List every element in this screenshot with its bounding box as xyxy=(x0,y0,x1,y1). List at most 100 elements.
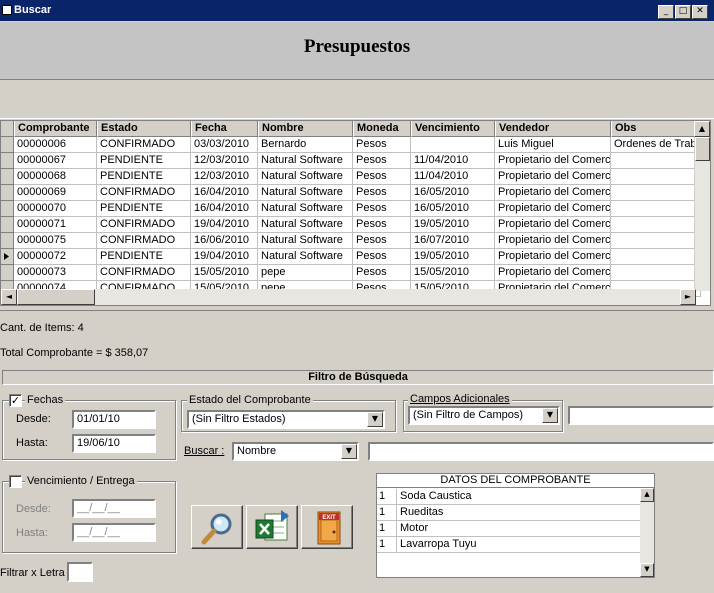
table-cell[interactable] xyxy=(611,217,701,233)
table-cell[interactable]: Propietario del Comercio xyxy=(495,201,611,217)
column-header[interactable]: Comprobante xyxy=(14,121,97,137)
table-cell[interactable]: Natural Software xyxy=(258,201,353,217)
table-cell[interactable]: 19/05/2010 xyxy=(411,249,495,265)
list-item[interactable]: 1 Rueditas xyxy=(377,505,640,521)
table-cell[interactable]: Natural Software xyxy=(258,233,353,249)
column-header[interactable]: Vendedor xyxy=(495,121,611,137)
table-cell[interactable]: 00000067 xyxy=(14,153,97,169)
table-cell[interactable]: 19/05/2010 xyxy=(411,217,495,233)
column-header[interactable]: Vencimiento xyxy=(411,121,495,137)
table-cell[interactable]: Pesos xyxy=(353,201,411,217)
maximize-button[interactable]: □ xyxy=(675,5,691,19)
table-cell[interactable] xyxy=(611,169,701,185)
table-cell[interactable] xyxy=(611,249,701,265)
table-cell[interactable]: 00000068 xyxy=(14,169,97,185)
table-cell[interactable]: PENDIENTE xyxy=(97,201,191,217)
column-header[interactable]: Fecha xyxy=(191,121,258,137)
table-cell[interactable]: Propietario del Comercio xyxy=(495,217,611,233)
table-cell[interactable]: 19/04/2010 xyxy=(191,249,258,265)
table-cell[interactable]: 00000072 xyxy=(14,249,97,265)
table-cell[interactable]: 16/07/2010 xyxy=(411,233,495,249)
table-cell[interactable]: Propietario del Comercio xyxy=(495,233,611,249)
row-indicator[interactable] xyxy=(1,249,14,265)
table-cell[interactable]: Natural Software xyxy=(258,217,353,233)
row-indicator[interactable] xyxy=(1,137,14,153)
scroll-up-button[interactable]: ▲ xyxy=(694,121,710,137)
table-cell[interactable]: 15/05/2010 xyxy=(411,265,495,281)
table-cell[interactable]: Luis Miguel xyxy=(495,137,611,153)
column-header[interactable]: Obs xyxy=(611,121,701,137)
table-cell[interactable]: 11/04/2010 xyxy=(411,153,495,169)
table-cell[interactable]: 00000075 xyxy=(14,233,97,249)
row-indicator[interactable] xyxy=(1,265,14,281)
buscar-text-input[interactable] xyxy=(368,442,714,461)
table-cell[interactable]: Bernardo xyxy=(258,137,353,153)
table-cell[interactable]: Natural Software xyxy=(258,153,353,169)
vencimiento-checkbox[interactable] xyxy=(9,475,22,488)
table-cell[interactable]: 00000071 xyxy=(14,217,97,233)
venc-hasta-input[interactable]: __/__/__ xyxy=(72,523,156,542)
search-button[interactable] xyxy=(191,505,243,549)
chevron-down-icon[interactable]: ▼ xyxy=(367,412,383,427)
hscroll-thumb[interactable] xyxy=(17,289,95,305)
export-excel-button[interactable] xyxy=(246,505,298,549)
estado-select[interactable]: (Sin Filtro Estados) ▼ xyxy=(187,410,385,429)
exit-button[interactable]: EXIT xyxy=(301,505,353,549)
table-cell[interactable]: Propietario del Comercio xyxy=(495,249,611,265)
chevron-down-icon[interactable]: ▼ xyxy=(542,408,558,423)
fechas-checkbox[interactable]: ✓ xyxy=(9,394,22,407)
table-cell[interactable]: Pesos xyxy=(353,249,411,265)
row-indicator[interactable] xyxy=(1,169,14,185)
table-cell[interactable]: 15/05/2010 xyxy=(191,265,258,281)
hasta-input[interactable]: 19/06/10 xyxy=(72,434,156,453)
table-cell[interactable]: PENDIENTE xyxy=(97,249,191,265)
table-cell[interactable]: Pesos xyxy=(353,137,411,153)
column-header[interactable]: Nombre xyxy=(258,121,353,137)
table-cell[interactable]: Pesos xyxy=(353,185,411,201)
campos-select[interactable]: (Sin Filtro de Campos) ▼ xyxy=(408,406,560,425)
chevron-down-icon[interactable]: ▼ xyxy=(341,444,357,459)
table-cell[interactable]: Natural Software xyxy=(258,169,353,185)
table-cell[interactable]: Natural Software xyxy=(258,185,353,201)
table-cell[interactable]: Propietario del Comercio xyxy=(495,265,611,281)
table-cell[interactable]: 16/04/2010 xyxy=(191,185,258,201)
list-item[interactable]: 1 Soda Caustica xyxy=(377,489,640,505)
table-cell[interactable]: CONFIRMADO xyxy=(97,233,191,249)
table-cell[interactable] xyxy=(611,265,701,281)
table-cell[interactable] xyxy=(611,201,701,217)
table-cell[interactable]: CONFIRMADO xyxy=(97,265,191,281)
campos-text-input[interactable] xyxy=(568,406,714,425)
table-cell[interactable]: 03/03/2010 xyxy=(191,137,258,153)
scroll-left-button[interactable]: ◄ xyxy=(1,289,17,305)
table-cell[interactable] xyxy=(611,185,701,201)
table-cell[interactable] xyxy=(611,153,701,169)
results-grid[interactable]: Comprobante Estado Fecha Nombre Moneda Vencim… xyxy=(0,120,711,306)
row-indicator[interactable] xyxy=(1,185,14,201)
column-header[interactable]: Estado xyxy=(97,121,191,137)
table-cell[interactable]: Pesos xyxy=(353,153,411,169)
table-cell[interactable]: CONFIRMADO xyxy=(97,185,191,201)
table-cell[interactable]: Natural Software xyxy=(258,249,353,265)
row-indicator[interactable] xyxy=(1,153,14,169)
datos-scroll-up[interactable]: ▲ xyxy=(640,488,654,502)
table-cell[interactable]: 16/06/2010 xyxy=(191,233,258,249)
table-cell[interactable]: Pesos xyxy=(353,265,411,281)
scroll-right-button[interactable]: ► xyxy=(680,289,696,305)
minimize-button[interactable]: _ xyxy=(658,5,674,19)
table-cell[interactable] xyxy=(411,137,495,153)
row-indicator[interactable] xyxy=(1,201,14,217)
table-cell[interactable] xyxy=(611,233,701,249)
table-cell[interactable]: Pesos xyxy=(353,233,411,249)
table-cell[interactable]: 00000070 xyxy=(14,201,97,217)
scroll-thumb[interactable] xyxy=(695,137,710,161)
datos-comprobante-list[interactable]: DATOS DEL COMPROBANTE ▲ ▼ 1 Soda Caustica… xyxy=(376,473,655,578)
table-cell[interactable]: 12/03/2010 xyxy=(191,153,258,169)
venc-desde-input[interactable]: __/__/__ xyxy=(72,499,156,518)
list-item[interactable]: 1 Lavarropa Tuyu xyxy=(377,537,640,553)
table-cell[interactable]: PENDIENTE xyxy=(97,153,191,169)
row-indicator[interactable] xyxy=(1,233,14,249)
letra-input[interactable] xyxy=(67,562,93,582)
row-indicator[interactable] xyxy=(1,217,14,233)
table-cell[interactable]: Ordenes de Trabajo xyxy=(611,137,701,153)
table-cell[interactable]: Propietario del Comercio xyxy=(495,185,611,201)
